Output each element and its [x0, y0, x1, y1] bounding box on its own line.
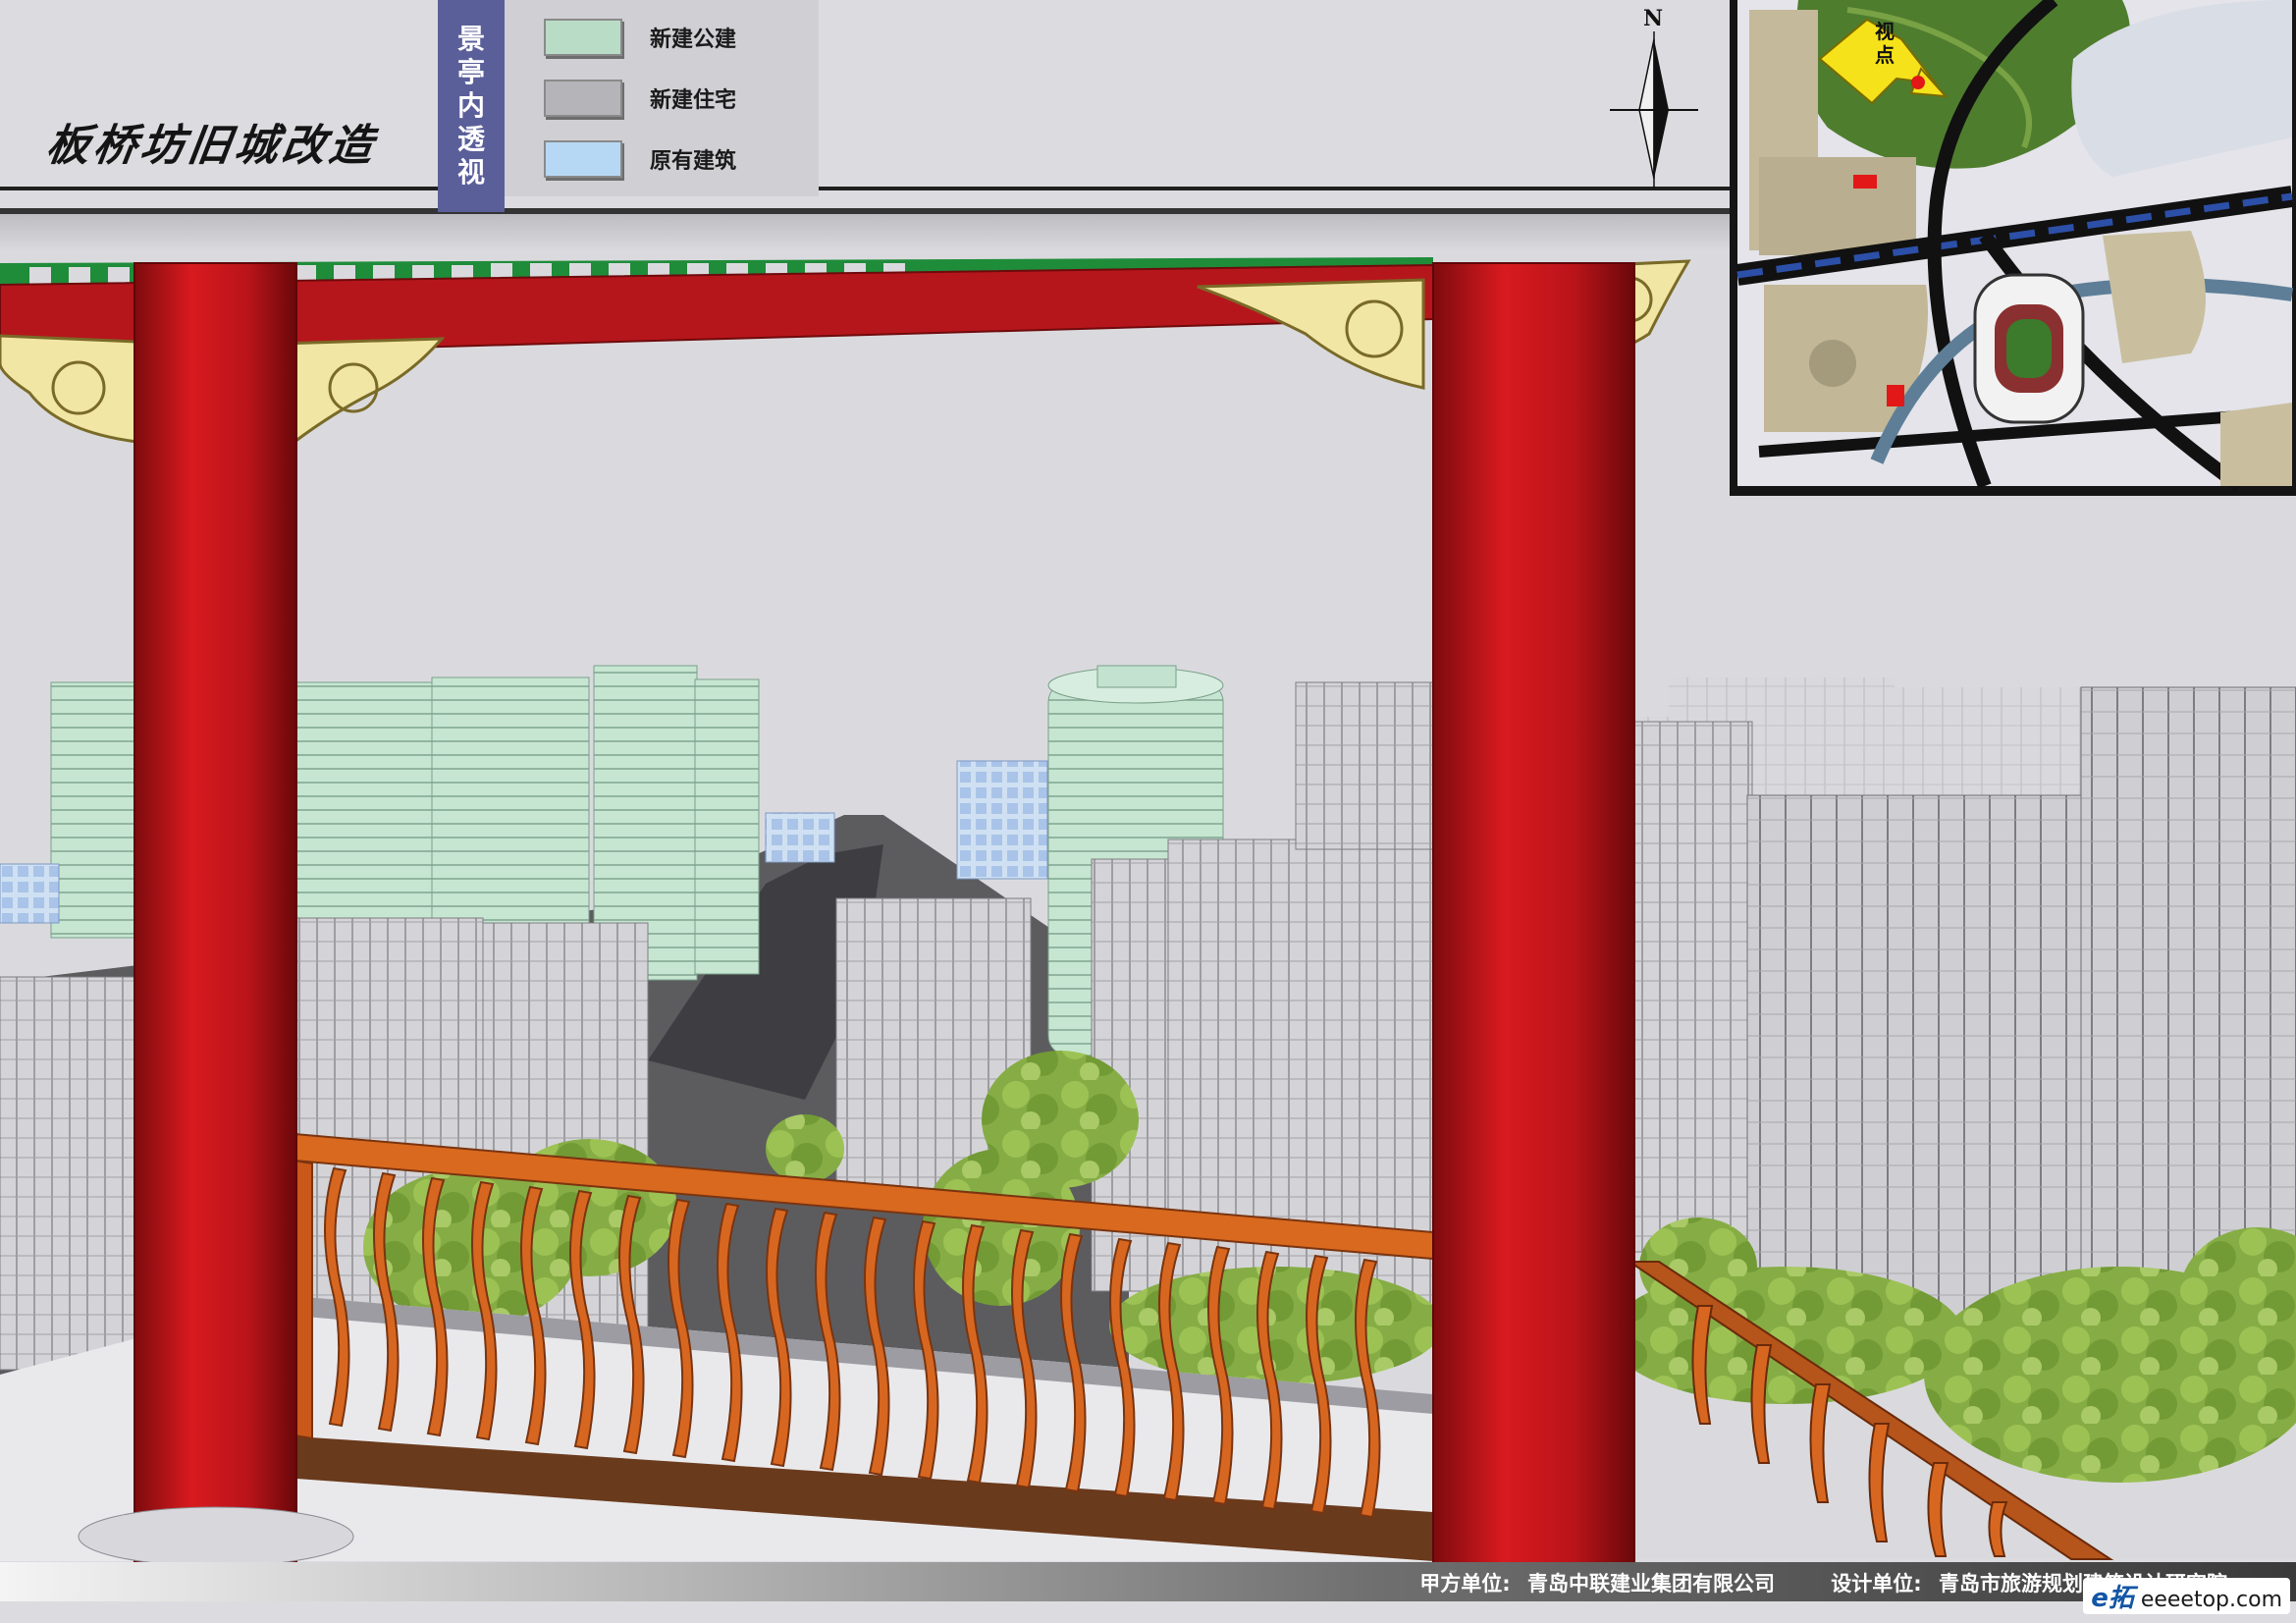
legend-item-public: 新建公建 [544, 18, 736, 57]
header-rule-left [0, 187, 438, 190]
legend-swatch-residential [544, 80, 622, 117]
watermark-brand: e拓 [2091, 1584, 2134, 1613]
watermark: e拓 eeeetop.com [2083, 1578, 2290, 1614]
legend: 新建公建 新建住宅 原有建筑 [505, 0, 819, 196]
legend-item-original: 原有建筑 [544, 139, 736, 179]
site-plan-graphic [1735, 0, 2294, 492]
client-value: 青岛中联建业集团有限公司 [1526, 1572, 1775, 1596]
pillar-left [133, 262, 297, 1565]
client-label: 甲方单位: [1419, 1572, 1511, 1596]
legend-label: 新建住宅 [650, 88, 737, 113]
legend-swatch-original [544, 140, 622, 178]
watermark-url: eeeetop.com [2140, 1588, 2282, 1612]
pillar-right [1432, 262, 1635, 1565]
legend-item-residential: 新建住宅 [544, 79, 736, 118]
designer-label: 设计单位: [1831, 1572, 1922, 1596]
site-location-map: 视点 [1730, 0, 2296, 496]
legend-label: 新建公建 [650, 27, 737, 52]
subtitle-char: 景 [456, 23, 485, 55]
subtitle-vertical: 景 亭 内 透 视 [438, 0, 505, 212]
legend-label: 原有建筑 [650, 149, 737, 174]
subtitle-char: 透 [456, 123, 485, 155]
header-rule-right [819, 187, 1730, 190]
footer: 甲方单位: 青岛中联建业集团有限公司 设计单位: 青岛市旅游规划建筑设计研究院 … [0, 1556, 2296, 1623]
north-arrow: N [1610, 6, 1698, 189]
page-title: 板桥坊旧城改造 [42, 121, 380, 171]
compass-icon [1610, 31, 1698, 189]
subtitle-char: 亭 [456, 56, 485, 88]
legend-swatch-public [544, 19, 622, 56]
north-label: N [1643, 6, 1664, 31]
subtitle-char: 内 [456, 89, 485, 122]
header-band [0, 214, 1730, 253]
subtitle-char: 视 [456, 156, 485, 189]
viewpoint-label: 视点 [1875, 20, 1895, 67]
